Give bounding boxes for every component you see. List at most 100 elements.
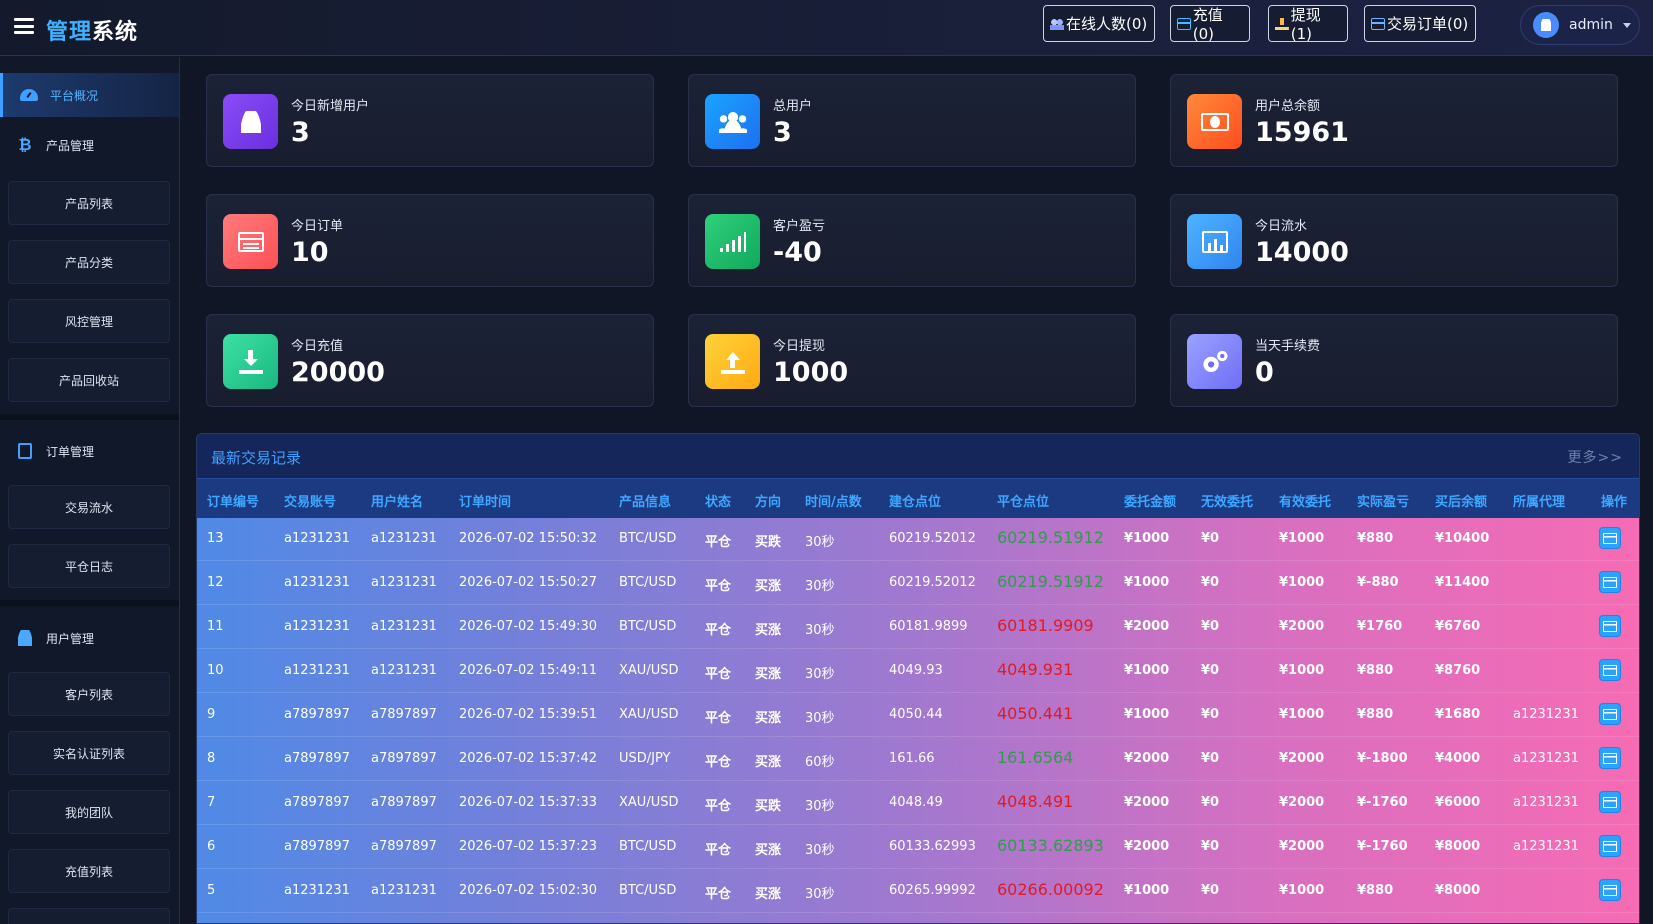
column-header: 无效委托 bbox=[1201, 495, 1254, 510]
app-logo: 管理系统 bbox=[46, 14, 138, 46]
table-cell: XAU/USD bbox=[619, 663, 679, 678]
more-link[interactable]: 更多>> bbox=[1568, 447, 1623, 467]
table-cell: a7897897 bbox=[284, 751, 350, 766]
withdraw-label: 提现(1) bbox=[1290, 6, 1321, 43]
table-cell: 买涨 bbox=[755, 623, 782, 638]
table-cell: ¥880 bbox=[1357, 531, 1394, 546]
view-order-icon[interactable] bbox=[1599, 879, 1621, 901]
table-cell: ¥1000 bbox=[1279, 575, 1325, 590]
chevron-down-icon bbox=[1622, 22, 1631, 28]
table-cell: ¥1000 bbox=[1279, 707, 1325, 722]
sidebar-item-trade-flow[interactable]: 交易流水 bbox=[8, 485, 170, 529]
sidebar-item-risk-control[interactable]: 风控管理 bbox=[8, 299, 170, 343]
stat-card-today-flow: 今日流水 14000 bbox=[1170, 194, 1618, 287]
sidebar-group-orders[interactable]: 订单管理 bbox=[0, 427, 179, 475]
table-cell: a7897897 bbox=[371, 839, 437, 854]
card-icon bbox=[1177, 17, 1191, 30]
table-cell: ¥2000 bbox=[1124, 619, 1170, 634]
signal-bars-icon bbox=[705, 214, 760, 269]
withdraw-button[interactable]: 提现(1) bbox=[1268, 5, 1348, 43]
table-cell: USD/JPY bbox=[619, 751, 671, 766]
logo-part-1: 管理 bbox=[46, 20, 93, 45]
recharge-button[interactable]: 充值(0) bbox=[1170, 5, 1250, 43]
table-cell: ¥0 bbox=[1201, 619, 1220, 634]
table-cell: 买涨 bbox=[755, 711, 782, 726]
sidebar-item-product-list[interactable]: 产品列表 bbox=[8, 181, 170, 225]
table-cell: a1231231 bbox=[1513, 795, 1579, 810]
sidebar-item-product-category[interactable]: 产品分类 bbox=[8, 240, 170, 284]
stat-card-total-balance: 用户总余额 15961 bbox=[1170, 74, 1618, 167]
table-cell: 4048.49 bbox=[889, 795, 943, 810]
view-order-icon[interactable] bbox=[1599, 835, 1621, 857]
sidebar-item-close-log[interactable]: 平仓日志 bbox=[8, 544, 170, 588]
sidebar-item-my-team[interactable]: 我的团队 bbox=[8, 790, 170, 834]
sidebar-item-recharge-list[interactable]: 充值列表 bbox=[8, 849, 170, 893]
online-users-button[interactable]: 在线人数(0) bbox=[1043, 5, 1155, 42]
copy-icon bbox=[14, 440, 34, 460]
sidebar-item-more[interactable] bbox=[8, 908, 170, 924]
stat-value: 20000 bbox=[291, 357, 385, 388]
order-card-icon bbox=[1371, 17, 1385, 30]
user-icon bbox=[223, 94, 278, 149]
view-order-icon[interactable] bbox=[1599, 659, 1621, 681]
table-row: 12 a1231231 a1231231 2026-07-02 15:50:27 BTC… bbox=[197, 561, 1639, 605]
table-cell: 60181.9909 bbox=[997, 616, 1094, 635]
table-cell: 平仓 bbox=[705, 535, 732, 550]
table-cell: ¥1000 bbox=[1279, 531, 1325, 546]
hamburger-menu-icon[interactable] bbox=[14, 18, 34, 34]
table-cell: XAU/USD bbox=[619, 707, 679, 722]
table-cell: 8 bbox=[207, 751, 216, 766]
sidebar-group-products[interactable]: ₿ 产品管理 bbox=[0, 121, 179, 169]
table-cell: ¥2000 bbox=[1124, 751, 1170, 766]
sidebar-item-verification-list[interactable]: 实名认证列表 bbox=[8, 731, 170, 775]
table-cell: a1231231 bbox=[1513, 707, 1579, 722]
table-cell: 30秒 bbox=[805, 711, 835, 726]
table-cell: 13 bbox=[207, 531, 224, 546]
table-cell: ¥0 bbox=[1201, 575, 1220, 590]
table-cell: XAU/USD bbox=[619, 795, 679, 810]
column-header: 订单编号 bbox=[207, 495, 260, 510]
stat-value: 3 bbox=[291, 117, 310, 148]
table-cell: a1231231 bbox=[371, 883, 437, 898]
table-cell: a7897897 bbox=[284, 839, 350, 854]
table-cell: ¥2000 bbox=[1279, 751, 1325, 766]
table-cell: ¥2000 bbox=[1124, 839, 1170, 854]
table-cell: a1231231 bbox=[284, 575, 350, 590]
view-order-icon[interactable] bbox=[1599, 615, 1621, 637]
table-row: 6 a7897897 a7897897 2026-07-02 15:37:23 BTC/… bbox=[197, 825, 1639, 869]
stat-label: 用户总余额 bbox=[1255, 99, 1321, 114]
bar-chart-icon bbox=[1187, 214, 1242, 269]
table-cell: BTC/USD bbox=[619, 883, 677, 898]
sidebar-item-customer-list[interactable]: 客户列表 bbox=[8, 672, 170, 716]
table-cell: ¥1000 bbox=[1124, 707, 1170, 722]
download-icon bbox=[1275, 17, 1289, 30]
table-cell: 4048.491 bbox=[997, 792, 1074, 811]
table-cell: 30秒 bbox=[805, 667, 835, 682]
table-cell: ¥2000 bbox=[1124, 795, 1170, 810]
table-cell: ¥0 bbox=[1201, 531, 1220, 546]
table-cell: 11 bbox=[207, 619, 224, 634]
sidebar-group-users[interactable]: 用户管理 bbox=[0, 614, 179, 662]
view-order-icon[interactable] bbox=[1599, 703, 1621, 725]
stat-label: 今日提现 bbox=[773, 339, 826, 354]
user-menu[interactable]: admin bbox=[1520, 5, 1640, 45]
sidebar-item-product-recycle[interactable]: 产品回收站 bbox=[8, 358, 170, 402]
table-cell: ¥-1760 bbox=[1357, 839, 1408, 854]
table-cell: ¥8760 bbox=[1435, 663, 1481, 678]
view-order-icon[interactable] bbox=[1599, 791, 1621, 813]
table-cell: 5 bbox=[207, 883, 216, 898]
table-cell: a1231231 bbox=[1513, 839, 1579, 854]
view-order-icon[interactable] bbox=[1599, 527, 1621, 549]
download-icon bbox=[223, 334, 278, 389]
table-cell: 2026-07-02 15:37:42 bbox=[459, 751, 598, 766]
view-order-icon[interactable] bbox=[1599, 747, 1621, 769]
table-cell: BTC/USD bbox=[619, 619, 677, 634]
table-row: 5 a1231231 a1231231 2026-07-02 15:02:30 BTC/… bbox=[197, 869, 1639, 913]
trade-orders-button[interactable]: 交易订单(0) bbox=[1364, 5, 1476, 42]
table-cell: 平仓 bbox=[705, 887, 732, 902]
sidebar-item-overview[interactable]: 平台概况 bbox=[0, 73, 179, 117]
view-order-icon[interactable] bbox=[1599, 571, 1621, 593]
table-cell: a1231231 bbox=[284, 531, 350, 546]
bitcoin-icon: ₿ bbox=[18, 135, 32, 154]
table-cell: 2026-07-02 15:37:33 bbox=[459, 795, 598, 810]
